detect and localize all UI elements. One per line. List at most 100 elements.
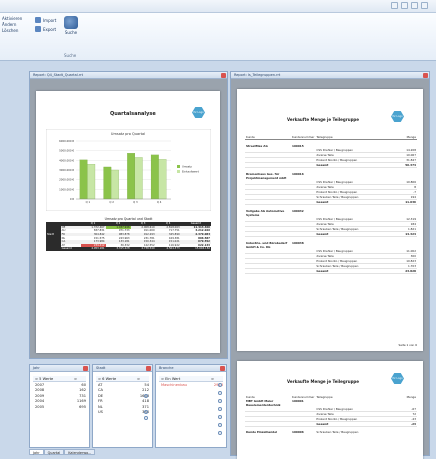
filter-sort-label: ≈	[74, 376, 78, 381]
filter-item[interactable]: NL 371	[96, 404, 149, 410]
y-tick-label: 3000.000 €	[59, 168, 74, 172]
filter-item-label: 2004	[35, 399, 45, 404]
search-icon[interactable]	[218, 383, 222, 387]
filter-count-label: ≈ 6 Werte	[98, 376, 117, 381]
filter-item-label: 2007	[35, 382, 45, 387]
search-icon[interactable]	[144, 393, 148, 398]
import-icon	[35, 17, 41, 23]
filter-item[interactable]: 2008 162	[33, 388, 86, 394]
filter-item-label: US	[98, 410, 103, 415]
customer-row: MBT GmbH Maier Bauelemententechnik 100001	[245, 399, 417, 407]
filter-count-label: ≈ 5 Werte	[35, 376, 54, 381]
filter-panel-1: Stadt ≈ 6 Werte ≈ AT 54 CA 212 DE 1663 FR 418 NL 371…	[92, 364, 153, 448]
maximize-icon[interactable]	[411, 2, 418, 9]
page-number: Seite 1 von 6	[398, 343, 417, 347]
filter-item-label: NL	[98, 404, 103, 409]
ribbon: Aktivieren Ändern Löschen Import Export …	[0, 13, 436, 61]
filter-item-count: 1169	[76, 399, 86, 404]
search-icon[interactable]	[218, 415, 222, 419]
customer-number: 100015	[292, 144, 304, 148]
filter-item[interactable]: 2007 60	[33, 382, 86, 388]
tab-kalenderwoche[interactable]: Kalenderwo...	[64, 449, 96, 455]
search-icon[interactable]	[144, 410, 148, 414]
bar-einkauf	[158, 159, 167, 200]
search-icon[interactable]	[218, 423, 222, 427]
import-button[interactable]: Import	[35, 17, 56, 23]
report-page-1: Verkaufte Menge je Teilegruppe Ihr Logo …	[237, 89, 423, 351]
search-icon[interactable]	[218, 407, 222, 411]
import-export-group: Import Export	[35, 17, 56, 32]
search-icon[interactable]	[218, 431, 222, 435]
total-cell: 4.564.373	[166, 247, 180, 251]
left-panel-header: Report: Q4_Stadt_Quartal.rrt	[30, 72, 227, 79]
legend-label: Umsatz	[182, 165, 192, 169]
filter-item-count: 418	[142, 399, 149, 404]
report-title: Verkaufte Menge je Teilegruppe	[287, 379, 360, 384]
y-tick-label: 6000.000 €	[59, 139, 74, 143]
minimize-icon[interactable]	[391, 2, 398, 9]
tab-jahr[interactable]: Jahr	[29, 449, 44, 455]
table-header: Kundennummer	[292, 135, 315, 139]
filter-item-count: 212	[142, 388, 149, 393]
filter-item[interactable]: 2005 695	[33, 404, 86, 410]
filter-item[interactable]: FR 418	[96, 399, 149, 405]
ribbon-item-delete[interactable]: Löschen	[2, 28, 22, 34]
search-icon[interactable]	[144, 415, 148, 420]
search-button[interactable]: Suche	[64, 16, 78, 35]
logo: Ihr Logo	[192, 107, 205, 118]
right-report-panel: Report: Is_Teilegruppen.rrt Verkaufte Me…	[230, 71, 430, 459]
close-icon[interactable]	[423, 73, 428, 78]
filter-item[interactable]: AT 54	[96, 382, 149, 388]
customer-name: MBT GmbH Maier Bauelemententechnik	[246, 399, 281, 407]
total-cell: 4.053.181	[91, 247, 105, 251]
total-cell: 4.738.540	[141, 247, 155, 251]
total-cell: 15.694.182	[195, 247, 210, 251]
report-title: Verkaufte Menge je Teilegruppe	[287, 117, 360, 122]
bar-einkauf	[111, 169, 119, 200]
binoculars-icon	[64, 16, 78, 29]
filter-item-count: 162	[79, 388, 86, 393]
total-label: Gesamt	[61, 247, 72, 251]
group-name: Schrauben Teile / Baugruppen	[316, 430, 359, 434]
filter-item[interactable]: 2004 1169	[33, 399, 86, 405]
export-button[interactable]: Export	[35, 26, 56, 32]
close-icon[interactable]	[421, 2, 428, 9]
title-bar	[0, 0, 436, 13]
legend-swatch	[177, 170, 180, 173]
report-title: Quartalsanalyse	[110, 111, 156, 117]
close-icon[interactable]	[221, 73, 226, 78]
customer-row: Industrie- und Bürobedarf GmbH & Co. KG 1…	[245, 237, 417, 249]
customer-name: Vollgabe AG Automotive Systems	[246, 209, 285, 217]
bar-einkauf	[87, 164, 96, 200]
bar-umsatz	[150, 154, 159, 200]
search-icon[interactable]	[218, 399, 222, 403]
bottom-tab-strip: Jahr Quartal Kalenderwo...	[29, 449, 96, 455]
customer-row: Vollgabe AG Automotive Systems 100032	[245, 205, 417, 217]
close-icon[interactable]	[220, 366, 225, 371]
customer-number: 100032	[292, 209, 304, 213]
filter-item-label: 2009	[35, 393, 45, 398]
filter-item[interactable]: CA 212	[96, 388, 149, 394]
help-icon[interactable]	[401, 2, 408, 9]
y-tick-label: 4000.000 €	[59, 158, 74, 162]
filter-item[interactable]: Maschinenbau 2913	[159, 382, 223, 388]
tab-quartal[interactable]: Quartal	[43, 449, 65, 455]
customer-name: Bremenhaus Ges. für Projektmanagement mb…	[246, 172, 287, 180]
right-panel-header: Report: Is_Teilegruppen.rrt	[231, 72, 429, 79]
report-page: Quartalsanalyse Ihr Logo Umsatz pro Quar…	[36, 91, 220, 353]
left-report-panel: Report: Q4_Stadt_Quartal.rrt Quartalsana…	[29, 71, 228, 359]
export-icon	[35, 26, 41, 32]
filter-item[interactable]: US 336	[96, 410, 149, 416]
table-title: Umsatz pro Quartal und Stadt	[104, 217, 153, 221]
customer-number: 100016	[292, 172, 304, 176]
filter-item[interactable]: DE 1663	[96, 393, 149, 399]
customer-number: 100038	[292, 241, 304, 245]
search-icon[interactable]	[218, 391, 222, 395]
filter-item[interactable]: 2009 731	[33, 393, 86, 399]
filter-title: Stadt	[96, 366, 106, 370]
close-icon[interactable]	[146, 366, 151, 371]
filter-item-count: 695	[79, 404, 86, 409]
customer-number: 100001	[292, 399, 304, 403]
close-icon[interactable]	[83, 366, 88, 371]
filter-item-label: AT	[98, 382, 103, 387]
